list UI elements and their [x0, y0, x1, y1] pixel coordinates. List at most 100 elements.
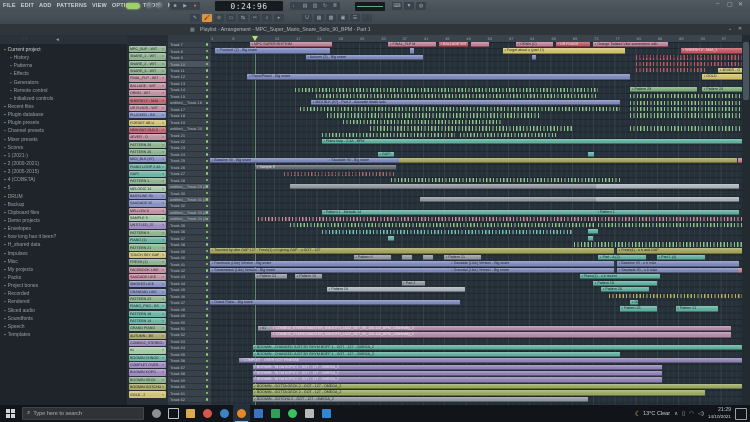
menu-item-edit[interactable]: EDIT — [21, 3, 34, 9]
clip[interactable] — [630, 101, 742, 105]
menu-item-view[interactable]: VIEW — [92, 3, 107, 9]
playlist-detach-icon[interactable]: ⌄ — [728, 26, 732, 32]
clip-pattern-29[interactable]: ♪ Pattern 29 — [630, 87, 697, 92]
track-mute-led[interactable] — [206, 69, 209, 72]
taskbar-app-whatsapp[interactable] — [284, 405, 301, 422]
track-mute-led[interactable] — [206, 256, 209, 259]
track-mute-led[interactable] — [206, 114, 209, 117]
clip[interactable] — [316, 94, 598, 98]
browser-item-plugin-database[interactable]: ▪Plugin database — [0, 111, 127, 119]
browser-item-patterns[interactable]: ▪Patterns — [0, 62, 127, 70]
clip-gold[interactable]: ♪ GOLD — [702, 74, 742, 79]
browser-item-remote-control[interactable]: ▪Remote control — [0, 87, 127, 95]
browser-item-rendered[interactable]: ▪Rendered — [0, 298, 127, 306]
browser-item-drum[interactable]: ▪DRUM — [0, 193, 127, 201]
tray-expand-icon[interactable]: ∧ — [674, 411, 678, 417]
track-header-62[interactable]: Track 62 — [168, 397, 210, 403]
picker-chip-sheesh-2-m4a[interactable]: SHEESH 2 - M4A≡ — [129, 97, 166, 103]
clip--1[interactable]: ♪ #1 — [258, 326, 271, 331]
taskbar-app-vscode[interactable] — [318, 405, 335, 422]
volume-icon[interactable]: ◁) — [698, 411, 704, 417]
track-mute-led[interactable] — [206, 366, 209, 369]
picker-chip-snare-3-wit[interactable]: SNARE_3 - WIT≡ — [129, 68, 166, 74]
clip[interactable] — [391, 178, 620, 182]
clip[interactable] — [370, 126, 572, 130]
clip-pattern-21[interactable]: ♪ Pattern 21 — [444, 255, 481, 260]
picker-chip-pattern-25[interactable]: PATTERN 25≡ — [129, 149, 166, 155]
picker-chip-ur-flngs-wit[interactable]: UR FLNGS - WIT≡ — [129, 105, 166, 111]
track-mute-led[interactable] — [206, 179, 209, 182]
typing-keyboard-icon[interactable]: ⌨ — [392, 2, 402, 10]
vertical-scrollbar[interactable] — [742, 35, 750, 405]
clip-combo2-stereomaster-smooth-j[interactable]: ♪ COMBO2_STEREOMASTER_SMOOTH_JAZZ_SET_90… — [271, 326, 731, 331]
master-pitch-knob[interactable] — [156, 2, 163, 9]
clip-sheesh-2-m4a-1[interactable]: ♪ SHEESH 2 - M4A_1 — [681, 48, 742, 53]
track-mute-led[interactable] — [206, 295, 209, 298]
clip[interactable] — [399, 158, 737, 163]
window-close-button[interactable]: ✕ — [738, 1, 743, 8]
picker-chip-fresh-1-[interactable]: FRESH (1)≡ — [129, 259, 166, 265]
track-mute-led[interactable] — [206, 385, 209, 388]
picker-chip-forget-ab-u[interactable]: FORGET AB U≡ — [129, 120, 166, 126]
track-mute-led[interactable] — [206, 56, 209, 59]
browser-filter-icon[interactable]: ◄ — [55, 37, 60, 43]
track-mute-led[interactable] — [206, 192, 209, 195]
browser-item-impulses[interactable]: ▪Impulses — [0, 250, 127, 258]
track-mute-led[interactable] — [206, 127, 209, 130]
picker-chip-piano-pno-bs[interactable]: PIANO_PNO - BS≡ — [129, 303, 166, 309]
playlist-grid[interactable]: 1591317212529333741454953576165697377818… — [210, 35, 742, 405]
clip-midi-blk-97-part-2-accurate-[interactable]: ♪ MIDI BLK (97) - Part 2 - Accurate deat… — [311, 100, 620, 105]
track-mute-led[interactable] — [206, 153, 209, 156]
clip-part-1-4-[interactable]: ♪ Part 1 (4) — [657, 255, 705, 260]
picker-chip-boomin-kopg[interactable]: BOOMIN KOPG≡ — [129, 369, 166, 375]
clip-plucked-2-big-snare[interactable]: ♪ Plucked! (2) - Big snare — [215, 48, 329, 53]
picker-chip-mpc-sup-wit[interactable]: MPC_SUP - WIT≡ — [129, 46, 166, 52]
picker-chip-gap-[interactable]: GAP!≡ — [129, 171, 166, 177]
clip[interactable] — [609, 294, 742, 298]
window-minimize-button[interactable]: – — [716, 1, 719, 7]
picker-chip--1[interactable]: #1≡ — [129, 347, 166, 353]
clip-bassline-90-u-b-m-e[interactable]: ♪ Bassline 90 - u b m&e — [617, 261, 739, 266]
browser-item-clipboard-files[interactable]: ▪Clipboard files — [0, 209, 127, 217]
track-mute-led[interactable] — [206, 172, 209, 175]
picker-chip-smokes-like[interactable]: SMOKES LIKE≡ — [129, 281, 166, 287]
clip[interactable] — [420, 184, 596, 189]
clip[interactable] — [410, 48, 414, 53]
clip-pattern-23[interactable]: ♪ Pattern 23 — [255, 274, 287, 279]
clip[interactable] — [322, 133, 455, 137]
clip[interactable] — [588, 229, 599, 234]
clip-forget-about-u-part-1-[interactable]: ♪ Forget about u (part 1!) — [503, 48, 625, 53]
clip-ornn-c-[interactable]: ♪ ORNN (C) — [516, 42, 553, 47]
browser-item-effects[interactable]: ▪Effects — [0, 70, 127, 78]
browser-item-sliced-audio[interactable]: ▪Sliced audio — [0, 307, 127, 315]
clip-pattern-25[interactable]: ♪ Pattern 25 — [620, 306, 657, 311]
picker-chip-melodic-14[interactable]: MELODIC 14≡ — [129, 186, 166, 192]
browser-window-icon[interactable]: 🗀 — [362, 14, 372, 22]
piano-roll-window-icon[interactable]: ▩ — [326, 14, 336, 22]
clip-sample-9[interactable]: ♪ Sample 9 — [255, 165, 396, 170]
picker-chip-piano-loop-2-4a[interactable]: PIANO LOOP 2,4A≡ — [129, 164, 166, 170]
clip-boomin-in-da-kopg-2-got-127-[interactable]: ♪ BOOMIN - IN DA KOPG 2 - GOT - 127 - OM… — [253, 365, 663, 370]
record-button[interactable]: ● — [190, 2, 200, 10]
picker-chip-boomin-gotchu[interactable]: BOOMIN GOTCHU≡ — [129, 384, 166, 390]
clip-pattern-9[interactable]: ♪ Pattern 9 — [354, 255, 391, 260]
browser-item-1-2021-[interactable]: ▪1 (2021-) — [0, 152, 127, 160]
clip-facebook-like-version-big-sn[interactable]: ♪ Facebook (Like) Version - Big snare — [210, 261, 449, 266]
master-volume-knob[interactable] — [146, 2, 153, 9]
browser-item-demo-projects[interactable]: ▪Demo projects — [0, 217, 127, 225]
picker-chip-pattern-21[interactable]: PATTERN 21≡ — [129, 244, 166, 250]
taskbar-app-paint[interactable] — [301, 405, 318, 422]
browser-item-2-2009-2021-[interactable]: ▪2 (2009-2021) — [0, 160, 127, 168]
picker-chip-pattern-9[interactable]: PATTERN 9≡ — [129, 230, 166, 236]
track-mute-led[interactable] — [206, 89, 209, 92]
track-mute-led[interactable] — [206, 250, 209, 253]
picker-chip-pattern-1[interactable]: PATTERN 1≡ — [129, 178, 166, 184]
clip[interactable] — [322, 230, 572, 234]
clip[interactable] — [598, 217, 742, 221]
start-button[interactable] — [0, 405, 20, 422]
track-mute-led[interactable] — [206, 321, 209, 324]
clip-part-2[interactable]: ♪ Part 2 — [402, 281, 426, 286]
track-mute-led[interactable] — [206, 205, 209, 208]
clip[interactable] — [630, 113, 742, 117]
track-mute-led[interactable] — [206, 198, 209, 201]
